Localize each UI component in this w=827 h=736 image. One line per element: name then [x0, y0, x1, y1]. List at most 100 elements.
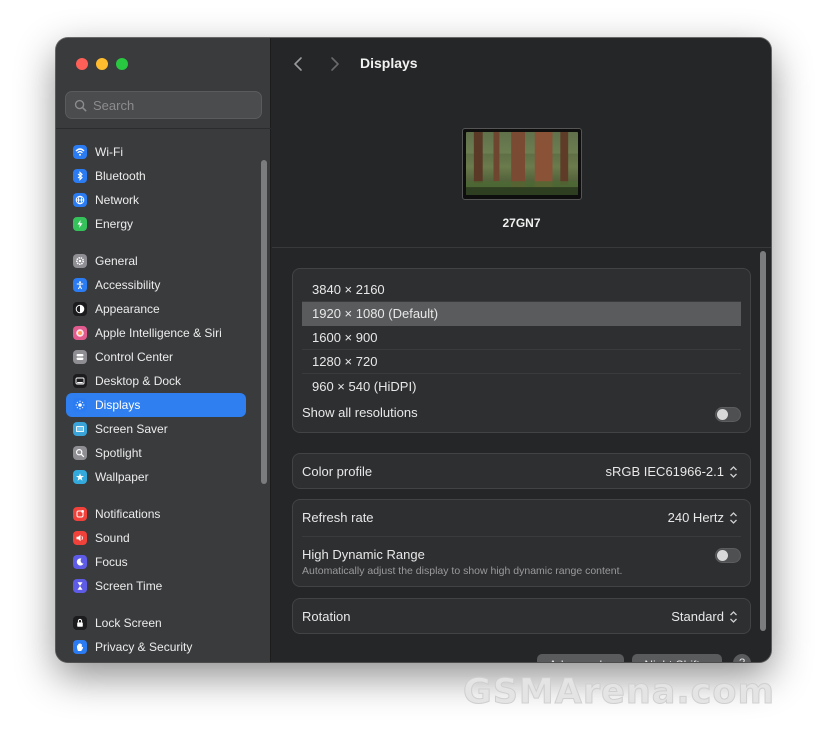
wallpaper-icon [73, 470, 87, 484]
sidebar-item-label: General [95, 254, 138, 268]
battery-icon [73, 217, 87, 231]
refresh-rate-label: Refresh rate [302, 510, 374, 525]
sidebar-item-label: Focus [95, 555, 128, 569]
up-down-chevron-icon [730, 511, 737, 524]
sidebar-item-lock-screen[interactable]: Lock Screen [66, 611, 246, 635]
resolution-list: 3840 × 2160 1920 × 1080 (Default) 1600 × 9… [292, 268, 751, 433]
row-divider [302, 536, 741, 537]
chevron-left-icon [294, 57, 302, 71]
search-box[interactable] [65, 91, 262, 119]
settings-window: Wi-Fi Bluetooth Network Energy General Access… [56, 38, 771, 662]
sidebar-item-displays[interactable]: Displays [66, 393, 246, 417]
main-scrollbar[interactable] [760, 251, 766, 631]
wifi-icon [73, 145, 87, 159]
sidebar-group: Lock Screen Privacy & Security [66, 611, 246, 659]
sidebar-item-apple-intelligence-and-siri[interactable]: Apple Intelligence & Siri [66, 321, 246, 345]
accessibility-icon [73, 278, 87, 292]
magnifier-icon [73, 446, 87, 460]
hourglass-icon [73, 579, 87, 593]
show-all-resolutions-toggle[interactable] [715, 407, 741, 422]
minimize-window-button[interactable] [96, 58, 108, 70]
section-divider [272, 247, 771, 248]
sidebar-item-sound[interactable]: Sound [66, 526, 246, 550]
sidebar-item-energy[interactable]: Energy [66, 212, 246, 236]
lock-icon [73, 616, 87, 630]
resolution-option[interactable]: 3840 × 2160 [302, 278, 741, 302]
sidebar-item-label: Lock Screen [95, 616, 162, 630]
help-button[interactable]: ? [733, 654, 751, 662]
sidebar-item-label: Spotlight [95, 446, 142, 460]
sidebar-item-wi-fi[interactable]: Wi-Fi [66, 140, 246, 164]
up-down-chevron-icon [730, 465, 737, 478]
speaker-icon [73, 531, 87, 545]
color-profile-popup[interactable]: sRGB IEC61966-2.1 [605, 464, 738, 479]
hdr-label: High Dynamic Range [302, 547, 425, 562]
advanced-button[interactable]: Advanced... [537, 654, 624, 662]
resolution-option[interactable]: 960 × 540 (HiDPI) [302, 374, 741, 398]
sidebar-item-general[interactable]: General [66, 249, 246, 273]
hdr-toggle[interactable] [715, 548, 741, 563]
moon-icon [73, 555, 87, 569]
sidebar-item-screen-time[interactable]: Screen Time [66, 574, 246, 598]
hdr-description: Automatically adjust the display to show… [302, 565, 623, 577]
sidebar-scrollbar[interactable] [261, 160, 267, 484]
sidebar-item-appearance[interactable]: Appearance [66, 297, 246, 321]
monitor-thumbnail[interactable] [462, 128, 582, 200]
sidebar-item-privacy-and-security[interactable]: Privacy & Security [66, 635, 246, 659]
up-down-chevron-icon [730, 610, 737, 623]
sidebar-item-screen-saver[interactable]: Screen Saver [66, 417, 246, 441]
close-window-button[interactable] [76, 58, 88, 70]
sidebar-item-spotlight[interactable]: Spotlight [66, 441, 246, 465]
display-arrangement: 27GN7 [272, 90, 771, 247]
sidebar-divider [56, 128, 271, 129]
toolbar: Displays [272, 38, 771, 90]
rotation-popup[interactable]: Standard [671, 609, 738, 624]
search-icon [74, 99, 87, 111]
rotation-value: Standard [671, 609, 724, 624]
search-input[interactable] [93, 97, 253, 113]
gear-icon [73, 254, 87, 268]
resolution-option[interactable]: 1280 × 720 [302, 350, 741, 374]
sidebar-item-accessibility[interactable]: Accessibility [66, 273, 246, 297]
color-profile-value: sRGB IEC61966-2.1 [605, 464, 724, 479]
refresh-rate-popup[interactable]: 240 Hertz [668, 510, 738, 525]
night-shift-button[interactable]: Night Shift... [632, 654, 722, 662]
sidebar-item-control-center[interactable]: Control Center [66, 345, 246, 369]
rotation-label: Rotation [302, 609, 351, 624]
globe-icon [73, 193, 87, 207]
sidebar-item-focus[interactable]: Focus [66, 550, 246, 574]
sidebar-item-label: Screen Saver [95, 422, 168, 436]
sidebar-item-label: Sound [95, 531, 130, 545]
sidebar-item-notifications[interactable]: Notifications [66, 502, 246, 526]
sidebar-item-wallpaper[interactable]: Wallpaper [66, 465, 246, 489]
color-profile-label: Color profile [302, 464, 373, 479]
sidebar-item-label: Appearance [95, 302, 160, 316]
appearance-icon [73, 302, 87, 316]
sidebar-item-label: Privacy & Security [95, 640, 193, 654]
color-profile-row[interactable]: Color profile sRGB IEC61966-2.1 [292, 453, 751, 489]
zoom-window-button[interactable] [116, 58, 128, 70]
sidebar-item-label: Control Center [95, 350, 174, 364]
sidebar-item-label: Network [95, 193, 140, 207]
sidebar-item-label: Bluetooth [95, 169, 146, 183]
sidebar-item-label: Wi-Fi [95, 145, 123, 159]
sidebar-item-label: Apple Intelligence & Siri [95, 326, 222, 340]
sun-icon [73, 398, 87, 412]
resolution-option[interactable]: 1920 × 1080 (Default) [302, 302, 741, 326]
sidebar-item-label: Accessibility [95, 278, 161, 292]
sidebar-item-label: Energy [95, 217, 134, 231]
sidebar-item-label: Notifications [95, 507, 161, 521]
sidebar-item-bluetooth[interactable]: Bluetooth [66, 164, 246, 188]
back-button[interactable] [288, 54, 308, 74]
sidebar: Wi-Fi Bluetooth Network Energy General Access… [56, 38, 271, 662]
sidebar-item-network[interactable]: Network [66, 188, 246, 212]
siri-icon [73, 326, 87, 340]
watermark-logo: GSMArena.com [463, 672, 775, 713]
sidebar-item-desktop-and-dock[interactable]: Desktop & Dock [66, 369, 246, 393]
control-center-icon [73, 350, 87, 364]
resolution-option[interactable]: 1600 × 900 [302, 326, 741, 350]
sidebar-item-label: Wallpaper [95, 470, 149, 484]
sidebar-group: General Accessibility Appearance Apple Inte… [66, 249, 246, 489]
rotation-row[interactable]: Rotation Standard [292, 598, 751, 634]
forward-button[interactable] [325, 54, 345, 74]
